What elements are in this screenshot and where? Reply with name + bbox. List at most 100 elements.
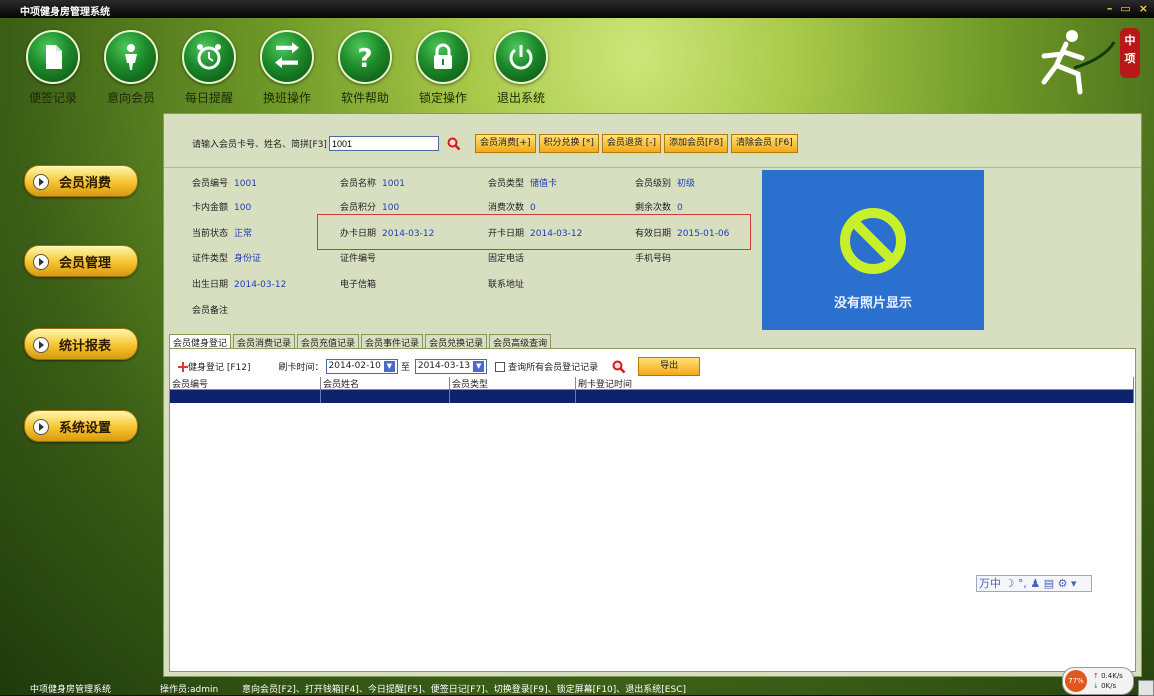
field-address: 联系地址 [488, 280, 525, 290]
field-card-balance: 卡内金额 100 [192, 203, 252, 213]
toolbar-label: 便签记录 [28, 91, 77, 105]
play-icon [33, 337, 49, 353]
status-operator: 操作员:admin [160, 685, 219, 695]
tab-checkin[interactable]: 会员健身登记 [169, 334, 232, 349]
lock-icon [416, 30, 470, 84]
close-button[interactable]: × [1139, 2, 1148, 15]
clear-member-button[interactable]: 清除会员 [F6] [730, 134, 798, 153]
power-icon [494, 30, 548, 84]
app-window: 中项健身房管理系统 – ▭ × 便签记录 意向会员 每日提醒 换班操作 ? 软件… [0, 0, 1154, 696]
window-title: 中项健身房管理系统 [20, 7, 110, 18]
record-tabs: 会员健身登记 会员消费记录 会员充值记录 会员事件记录 会员兑换记录 会员高级查… [169, 334, 553, 349]
add-checkin-label: 健身登记 [F12] [188, 363, 251, 373]
swipe-time-label: 刷卡时间： [278, 363, 324, 373]
note-icon [26, 30, 80, 84]
add-member-button[interactable]: 添加会员[F8] [664, 134, 728, 153]
member-icon [104, 30, 158, 84]
alarm-clock-icon [182, 30, 236, 84]
field-member-id: 会员编号 1001 [192, 179, 257, 189]
divider [164, 167, 1141, 168]
toolbar-notes-button[interactable]: 便签记录 [14, 30, 92, 106]
member-consume-button[interactable]: 会员消费[+] [474, 134, 536, 153]
net-speed: ↑ 0.4K/s ↓ 0K/s [1093, 672, 1123, 690]
sidebar-item-label: 系统设置 [59, 421, 112, 436]
toolbar-prospect-member-button[interactable]: 意向会员 [92, 30, 170, 106]
swap-arrows-icon [260, 30, 314, 84]
member-search-input[interactable] [328, 136, 439, 151]
member-return-button[interactable]: 会员退货 [-] [601, 134, 662, 153]
sidebar-item-member-management[interactable]: 会员管理 [24, 245, 138, 277]
ime-toolbar[interactable]: 万中 ☽ °, ♟ ▤ ⚙ ▾ [976, 575, 1092, 592]
toolbar-label: 退出系统 [496, 91, 545, 105]
query-all-label: 查询所有会员登记记录 [508, 363, 599, 373]
toolbar-exit-button[interactable]: 退出系统 [482, 30, 560, 106]
plus-icon [178, 361, 188, 372]
minimize-button[interactable]: – [1107, 2, 1113, 15]
toolbar-label: 软件帮助 [340, 91, 389, 105]
field-cert-type: 证件类型 身份证 [192, 254, 262, 264]
column-header[interactable]: 会员姓名 [321, 377, 450, 390]
column-header[interactable]: 会员编号 [170, 377, 321, 390]
field-member-points: 会员积分 100 [340, 203, 400, 213]
tab-recharge-records[interactable]: 会员充值记录 [297, 334, 360, 349]
sidebar-item-settings[interactable]: 系统设置 [24, 410, 138, 442]
field-member-name: 会员名称 1001 [340, 179, 405, 189]
chevron-down-icon: ▼ [473, 361, 485, 372]
tray-expand-button[interactable] [1138, 680, 1154, 696]
search-row: 请输入会员卡号、姓名、简拼[F3] 会员消费[+] 积分兑换 [*] 会员退货 … [192, 134, 798, 153]
points-exchange-button[interactable]: 积分兑换 [*] [538, 134, 599, 153]
column-header[interactable]: 刷卡登记时间 [576, 377, 1134, 390]
title-bar: 中项健身房管理系统 – ▭ × [0, 0, 1154, 18]
toolbar-lock-button[interactable]: 锁定操作 [404, 30, 482, 106]
date-to-label: 至 [400, 363, 410, 373]
export-button[interactable]: 导出 [638, 357, 701, 376]
search-icon[interactable] [447, 137, 461, 151]
tab-advanced-query[interactable]: 会员高级查询 [489, 334, 552, 349]
checkin-grid: 会员编号 会员姓名 会员类型 刷卡登记时间 [170, 377, 1134, 403]
network-monitor[interactable]: 77% ↑ 0.4K/s ↓ 0K/s [1062, 667, 1134, 695]
field-email: 电子信箱 [340, 280, 377, 290]
status-bar: 中项健身房管理系统 操作员:admin 意向会员[F2]、打开钱箱[F4]、今日… [0, 677, 1154, 695]
field-birthday: 出生日期 2014-03-12 [192, 280, 287, 290]
field-cert-no: 证件编号 [340, 254, 377, 264]
field-member-level: 会员级别 初级 [635, 179, 696, 189]
play-icon [33, 174, 49, 190]
photo-placeholder-text: 没有照片显示 [833, 296, 912, 311]
toolbar-help-button[interactable]: ? 软件帮助 [326, 30, 404, 106]
field-remain-count: 剩余次数 0 [635, 203, 683, 213]
runner-logo [1014, 22, 1124, 102]
sidebar-item-member-consume[interactable]: 会员消费 [24, 165, 138, 197]
toolbar-shift-change-button[interactable]: 换班操作 [248, 30, 326, 106]
query-all-checkbox[interactable] [495, 361, 506, 372]
main-toolbar: 便签记录 意向会员 每日提醒 换班操作 ? 软件帮助 锁定操作 退出系统 [14, 30, 560, 106]
play-icon [33, 254, 49, 270]
column-header[interactable]: 会员类型 [450, 377, 576, 390]
tab-event-records[interactable]: 会员事件记录 [361, 334, 424, 349]
toolbar-label: 换班操作 [262, 91, 311, 105]
no-photo-icon [840, 208, 906, 274]
field-consume-count: 消费次数 0 [488, 203, 536, 213]
status-app-name: 中项健身房管理系统 [30, 685, 112, 695]
field-current-status: 当前状态 正常 [192, 229, 253, 239]
toolbar-daily-reminder-button[interactable]: 每日提醒 [170, 30, 248, 106]
sidebar-item-label: 会员管理 [59, 256, 112, 271]
checkin-controls: 健身登记 [F12] 刷卡时间： 2014-02-10 ▼ 至 2014-03-1… [178, 357, 701, 376]
restore-button[interactable]: ▭ [1120, 2, 1130, 15]
field-phone: 固定电话 [488, 254, 525, 264]
grid-header: 会员编号 会员姓名 会员类型 刷卡登记时间 [170, 377, 1134, 390]
toolbar-label: 每日提醒 [184, 91, 233, 105]
tab-consume-records[interactable]: 会员消费记录 [233, 334, 296, 349]
cpu-gauge: 77% [1065, 670, 1087, 692]
date-from-select[interactable]: 2014-02-10 ▼ [325, 359, 398, 374]
search-icon[interactable] [612, 360, 626, 374]
chevron-down-icon: ▼ [383, 361, 395, 372]
sidebar-item-statistics[interactable]: 统计报表 [24, 328, 138, 360]
field-member-type: 会员类型 储值卡 [488, 179, 558, 189]
table-row[interactable] [170, 390, 1134, 403]
tab-exchange-records[interactable]: 会员兑换记录 [425, 334, 488, 349]
play-icon [33, 419, 49, 435]
date-to-select[interactable]: 2014-03-13 ▼ [414, 359, 488, 374]
add-checkin-button[interactable]: 健身登记 [F12] [178, 360, 251, 373]
member-photo: 没有照片显示 [762, 170, 984, 330]
checkin-pane: 健身登记 [F12] 刷卡时间： 2014-02-10 ▼ 至 2014-03-1… [169, 348, 1136, 672]
